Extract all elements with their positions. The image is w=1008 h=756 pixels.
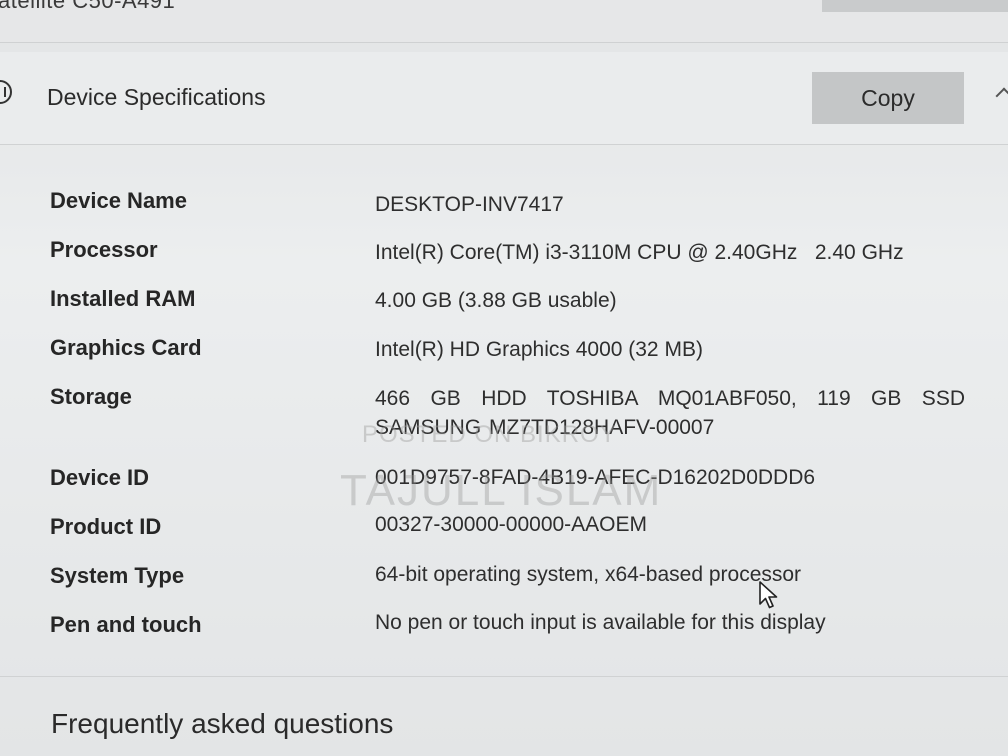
spec-value: 64-bit operating system, x64-based proce… <box>375 563 802 586</box>
spec-value: No pen or touch input is available for t… <box>375 611 826 634</box>
spec-label: Storage <box>50 384 132 409</box>
spec-label: Device ID <box>50 465 150 490</box>
spec-label: Product ID <box>50 514 162 539</box>
watermark-name: TAJULL ISLAM <box>340 466 663 515</box>
spec-label: System Type <box>50 563 185 588</box>
spec-label: Installed RAM <box>50 286 196 311</box>
spec-value: DESKTOP-INV7417 <box>375 193 564 216</box>
window-title-strip: atellite C50-A491 <box>0 0 1008 43</box>
chevron-up-icon[interactable] <box>995 87 1008 105</box>
faq-section-title[interactable]: Frequently asked questions <box>51 708 393 740</box>
spec-label: Graphics Card <box>50 335 202 360</box>
watermark-posted-on: POSTED ON BIKROY <box>362 421 617 448</box>
spec-value: 4.00 GB (3.88 GB usable) <box>375 289 617 312</box>
copy-button[interactable]: Copy <box>812 72 964 124</box>
section-title: Device Specifications <box>47 84 266 110</box>
top-button[interactable] <box>822 0 1008 12</box>
spec-label: Pen and touch <box>50 612 202 637</box>
info-icon <box>0 80 12 104</box>
spec-label: Processor <box>50 237 158 262</box>
spec-value: Intel(R) HD Graphics 4000 (32 MB) <box>375 338 703 361</box>
window-title: atellite C50-A491 <box>0 0 176 13</box>
device-specifications-header: Device Specifications Copy <box>0 52 1008 145</box>
spec-value: Intel(R) Core(TM) i3-3110M CPU @ 2.40GHz… <box>375 241 904 264</box>
section-divider <box>0 676 1008 677</box>
spec-label: Device Name <box>50 188 187 213</box>
mouse-pointer-icon <box>759 581 778 609</box>
